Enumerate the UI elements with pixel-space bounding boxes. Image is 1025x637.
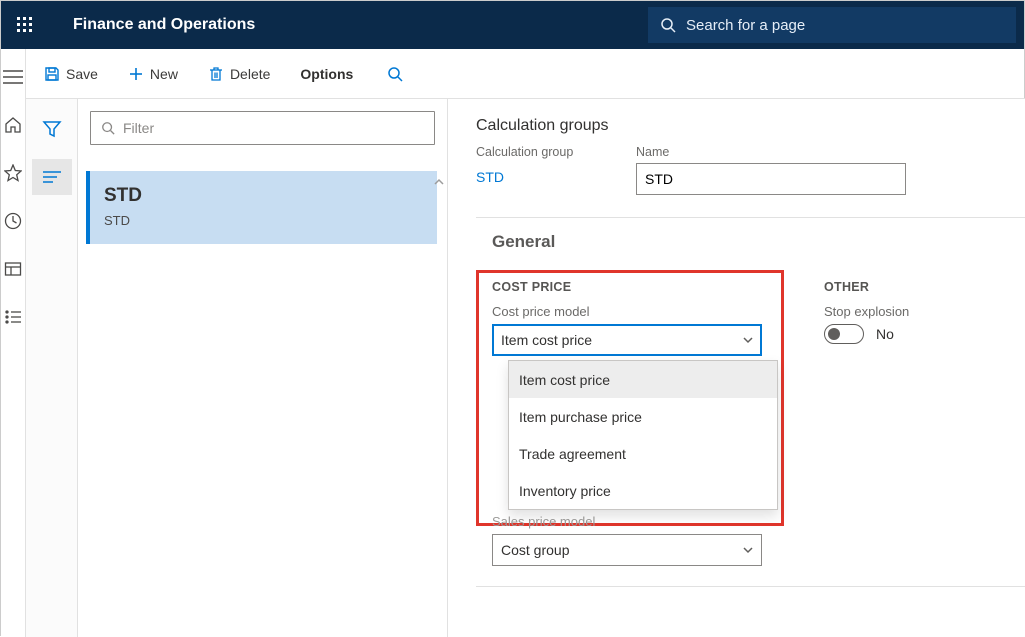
cost-price-model-label: Cost price model: [492, 304, 772, 319]
search-icon: [387, 66, 403, 82]
fasttab-general: General COST PRICE Cost price model Item…: [476, 217, 1025, 587]
nav-home[interactable]: [1, 113, 25, 137]
fasttab-general-header[interactable]: General: [476, 218, 1025, 266]
header-fields: Calculation group STD Name: [476, 145, 1025, 195]
plus-icon: [128, 66, 144, 82]
delete-button[interactable]: Delete: [204, 58, 274, 90]
toggle-knob: [828, 328, 840, 340]
list-icon: [4, 308, 22, 326]
list-toggle-button[interactable]: [32, 159, 72, 195]
lines-icon: [43, 170, 61, 184]
other-title: OTHER: [824, 280, 1025, 294]
scroll-up-icon[interactable]: [433, 175, 447, 197]
dropdown-option[interactable]: Trade agreement: [509, 435, 777, 472]
cost-price-model-combo[interactable]: Item cost price: [492, 324, 762, 356]
new-button[interactable]: New: [124, 58, 182, 90]
name-input[interactable]: [636, 163, 906, 195]
new-label: New: [150, 66, 178, 82]
filter-pane-button[interactable]: [36, 113, 68, 145]
stop-explosion-toggle[interactable]: [824, 324, 864, 344]
search-icon: [660, 17, 676, 33]
stop-explosion-value: No: [876, 326, 894, 342]
workspace: Filter STD STD Calculation groups: [26, 99, 1025, 637]
content-right: Save New Delete Options: [26, 49, 1025, 637]
sales-price-model-value: Cost group: [501, 542, 569, 558]
main-area: Save New Delete Options: [1, 49, 1024, 637]
delete-label: Delete: [230, 66, 270, 82]
sales-price-model-label: Sales price model: [492, 514, 772, 529]
waffle-button[interactable]: [1, 1, 49, 49]
stop-explosion-label: Stop explosion: [824, 304, 1025, 319]
hamburger-button[interactable]: [1, 65, 25, 89]
detail-panel: Calculation groups Calculation group STD…: [448, 99, 1025, 637]
list-item-title: STD: [104, 185, 423, 207]
list-filter-input[interactable]: Filter: [90, 111, 435, 145]
home-icon: [4, 116, 22, 134]
save-icon: [44, 66, 60, 82]
other-section: OTHER Stop explosion No: [824, 280, 1025, 566]
clock-icon: [4, 212, 22, 230]
trash-icon: [208, 66, 224, 82]
sales-price-model-combo[interactable]: Cost group: [492, 534, 762, 566]
calc-group-label: Calculation group: [476, 145, 616, 159]
list-item[interactable]: STD STD: [86, 171, 437, 244]
nav-modules[interactable]: [1, 305, 25, 329]
waffle-icon: [17, 17, 33, 33]
dropdown-option[interactable]: Inventory price: [509, 472, 777, 509]
hamburger-icon: [3, 69, 23, 85]
list-panel: Filter STD STD: [78, 99, 448, 637]
search-icon: [101, 121, 115, 135]
calc-group-link[interactable]: STD: [476, 163, 504, 189]
app-header: Finance and Operations Search for a page: [1, 1, 1024, 49]
filter-strip: [26, 99, 78, 637]
cost-price-section: COST PRICE Cost price model Item cost pr…: [492, 280, 772, 566]
dropdown-option[interactable]: Item cost price: [509, 361, 777, 398]
list-item-subtitle: STD: [104, 213, 423, 228]
cost-price-title: COST PRICE: [492, 280, 772, 294]
nav-favorites[interactable]: [1, 161, 25, 185]
options-label: Options: [300, 66, 353, 82]
nav-workspaces[interactable]: [1, 257, 25, 281]
dropdown-option[interactable]: Item purchase price: [509, 398, 777, 435]
chevron-down-icon: [741, 543, 755, 557]
find-button[interactable]: [379, 58, 411, 90]
save-label: Save: [66, 66, 98, 82]
app-title: Finance and Operations: [49, 16, 255, 34]
funnel-icon: [42, 119, 62, 139]
workspace-icon: [4, 260, 22, 278]
name-label: Name: [636, 145, 906, 159]
filter-placeholder: Filter: [123, 120, 154, 136]
chevron-down-icon: [741, 333, 755, 347]
global-search[interactable]: Search for a page: [648, 7, 1016, 43]
fasttab-general-body: COST PRICE Cost price model Item cost pr…: [476, 266, 1025, 586]
list-body: STD STD: [78, 153, 447, 637]
star-icon: [4, 164, 22, 182]
nav-recent[interactable]: [1, 209, 25, 233]
cost-price-model-value: Item cost price: [501, 332, 592, 348]
search-placeholder: Search for a page: [686, 17, 805, 34]
options-button[interactable]: Options: [296, 58, 357, 90]
action-bar: Save New Delete Options: [26, 49, 1025, 99]
nav-rail: [1, 49, 26, 637]
list-filter-row: Filter: [78, 99, 447, 153]
save-button[interactable]: Save: [40, 58, 102, 90]
cost-price-model-dropdown: Item cost price Item purchase price Trad…: [508, 360, 778, 510]
page-title: Calculation groups: [476, 117, 1025, 135]
